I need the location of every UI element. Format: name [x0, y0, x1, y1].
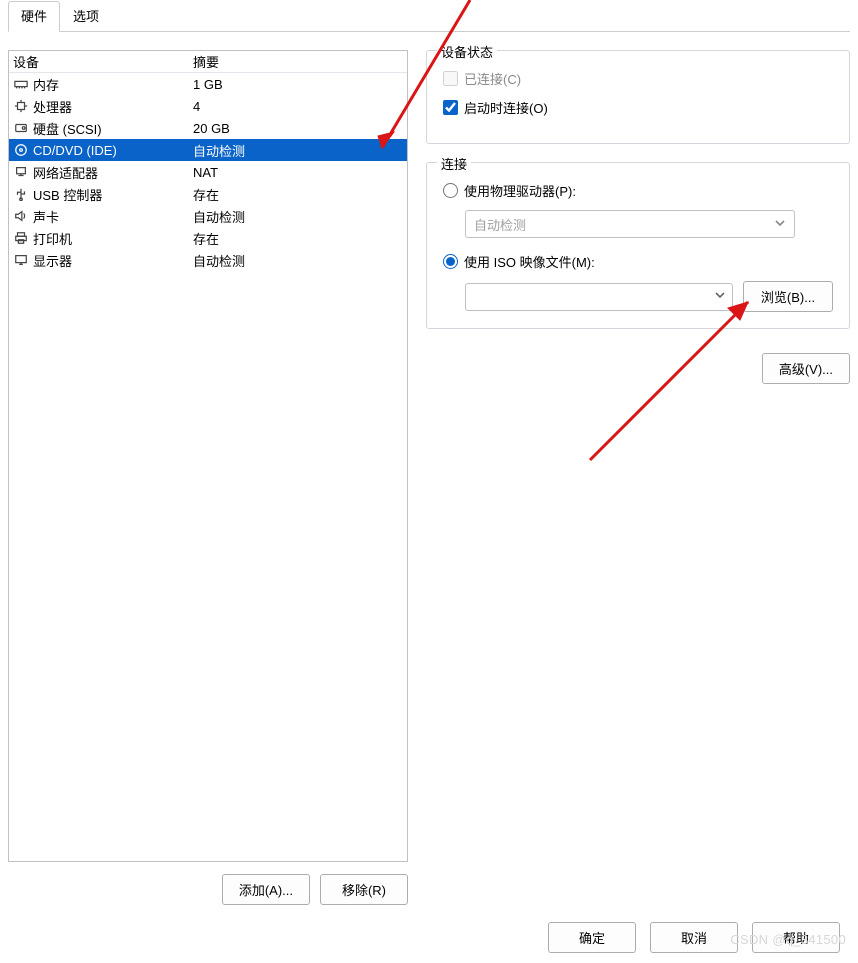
hardware-row[interactable]: 处理器 4: [9, 95, 407, 117]
use-physical-label: 使用物理驱动器(P):: [464, 181, 576, 200]
hardware-row[interactable]: 声卡 自动检测: [9, 205, 407, 227]
dialog-buttons: 确定 取消 帮助: [548, 922, 840, 953]
cd-icon: [13, 142, 29, 158]
device-summary: 自动检测: [193, 141, 403, 160]
hardware-list-header: 设备 摘要: [9, 51, 407, 73]
chevron-down-icon[interactable]: [714, 289, 726, 304]
device-name: 声卡: [33, 207, 59, 226]
device-name: 显示器: [33, 251, 72, 270]
use-physical-row[interactable]: 使用物理驱动器(P):: [443, 181, 833, 200]
hardware-row[interactable]: USB 控制器 存在: [9, 183, 407, 205]
device-summary: 存在: [193, 229, 403, 248]
device-summary: 1 GB: [193, 77, 403, 92]
browse-button[interactable]: 浏览(B)...: [743, 281, 833, 312]
use-iso-label: 使用 ISO 映像文件(M):: [464, 252, 595, 271]
connection-legend: 连接: [437, 154, 471, 173]
connected-checkbox-row: 已连接(C): [443, 69, 833, 88]
hardware-row[interactable]: CD/DVD (IDE) 自动检测: [9, 139, 407, 161]
connect-on-power-label: 启动时连接(O): [464, 98, 548, 117]
printer-icon: [13, 230, 29, 246]
device-name: 打印机: [33, 229, 72, 248]
column-device[interactable]: 设备: [13, 52, 193, 71]
chevron-down-icon: [774, 217, 786, 232]
tab-bar: 硬件 选项: [8, 0, 850, 32]
hardware-row[interactable]: 打印机 存在: [9, 227, 407, 249]
advanced-button[interactable]: 高级(V)...: [762, 353, 850, 384]
iso-file-combo[interactable]: [465, 283, 733, 311]
use-iso-row[interactable]: 使用 ISO 映像文件(M):: [443, 252, 833, 271]
device-summary: NAT: [193, 165, 403, 180]
connected-label: 已连接(C): [464, 69, 521, 88]
device-name: 网络适配器: [33, 163, 98, 182]
device-status-legend: 设备状态: [437, 42, 497, 61]
device-name: 处理器: [33, 97, 72, 116]
hardware-row[interactable]: 硬盘 (SCSI) 20 GB: [9, 117, 407, 139]
device-name: CD/DVD (IDE): [33, 143, 117, 158]
ok-button[interactable]: 确定: [548, 922, 636, 953]
network-icon: [13, 164, 29, 180]
connected-checkbox: [443, 71, 458, 86]
hardware-row[interactable]: 内存 1 GB: [9, 73, 407, 95]
cancel-button[interactable]: 取消: [650, 922, 738, 953]
device-name: 内存: [33, 75, 59, 94]
device-summary: 自动检测: [193, 251, 403, 270]
column-summary[interactable]: 摘要: [193, 52, 403, 71]
device-summary: 20 GB: [193, 121, 403, 136]
device-status-group: 设备状态 已连接(C) 启动时连接(O): [426, 50, 850, 144]
device-summary: 存在: [193, 185, 403, 204]
sound-icon: [13, 208, 29, 224]
device-name: 硬盘 (SCSI): [33, 119, 102, 138]
add-hardware-button[interactable]: 添加(A)...: [222, 874, 310, 905]
use-iso-radio[interactable]: [443, 254, 458, 269]
device-summary: 自动检测: [193, 207, 403, 226]
usb-icon: [13, 186, 29, 202]
use-physical-radio[interactable]: [443, 183, 458, 198]
connection-group: 连接 使用物理驱动器(P): 自动检测 使用 ISO 映像文件(M):: [426, 162, 850, 329]
tab-hardware[interactable]: 硬件: [8, 1, 60, 32]
help-button[interactable]: 帮助: [752, 922, 840, 953]
memory-icon: [13, 76, 29, 92]
cpu-icon: [13, 98, 29, 114]
device-summary: 4: [193, 99, 403, 114]
tab-options[interactable]: 选项: [60, 1, 112, 32]
physical-drive-combo: 自动检测: [465, 210, 795, 238]
display-icon: [13, 252, 29, 268]
physical-drive-value: 自动检测: [474, 215, 526, 234]
device-name: USB 控制器: [33, 185, 102, 204]
connect-on-power-row[interactable]: 启动时连接(O): [443, 98, 833, 117]
disk-icon: [13, 120, 29, 136]
connect-on-power-checkbox[interactable]: [443, 100, 458, 115]
remove-hardware-button[interactable]: 移除(R): [320, 874, 408, 905]
hardware-row[interactable]: 显示器 自动检测: [9, 249, 407, 271]
hardware-row[interactable]: 网络适配器 NAT: [9, 161, 407, 183]
hardware-list[interactable]: 设备 摘要 内存 1 GB 处理器 4 硬盘 (SCSI) 20 GB CD/DVD (ID…: [8, 50, 408, 862]
